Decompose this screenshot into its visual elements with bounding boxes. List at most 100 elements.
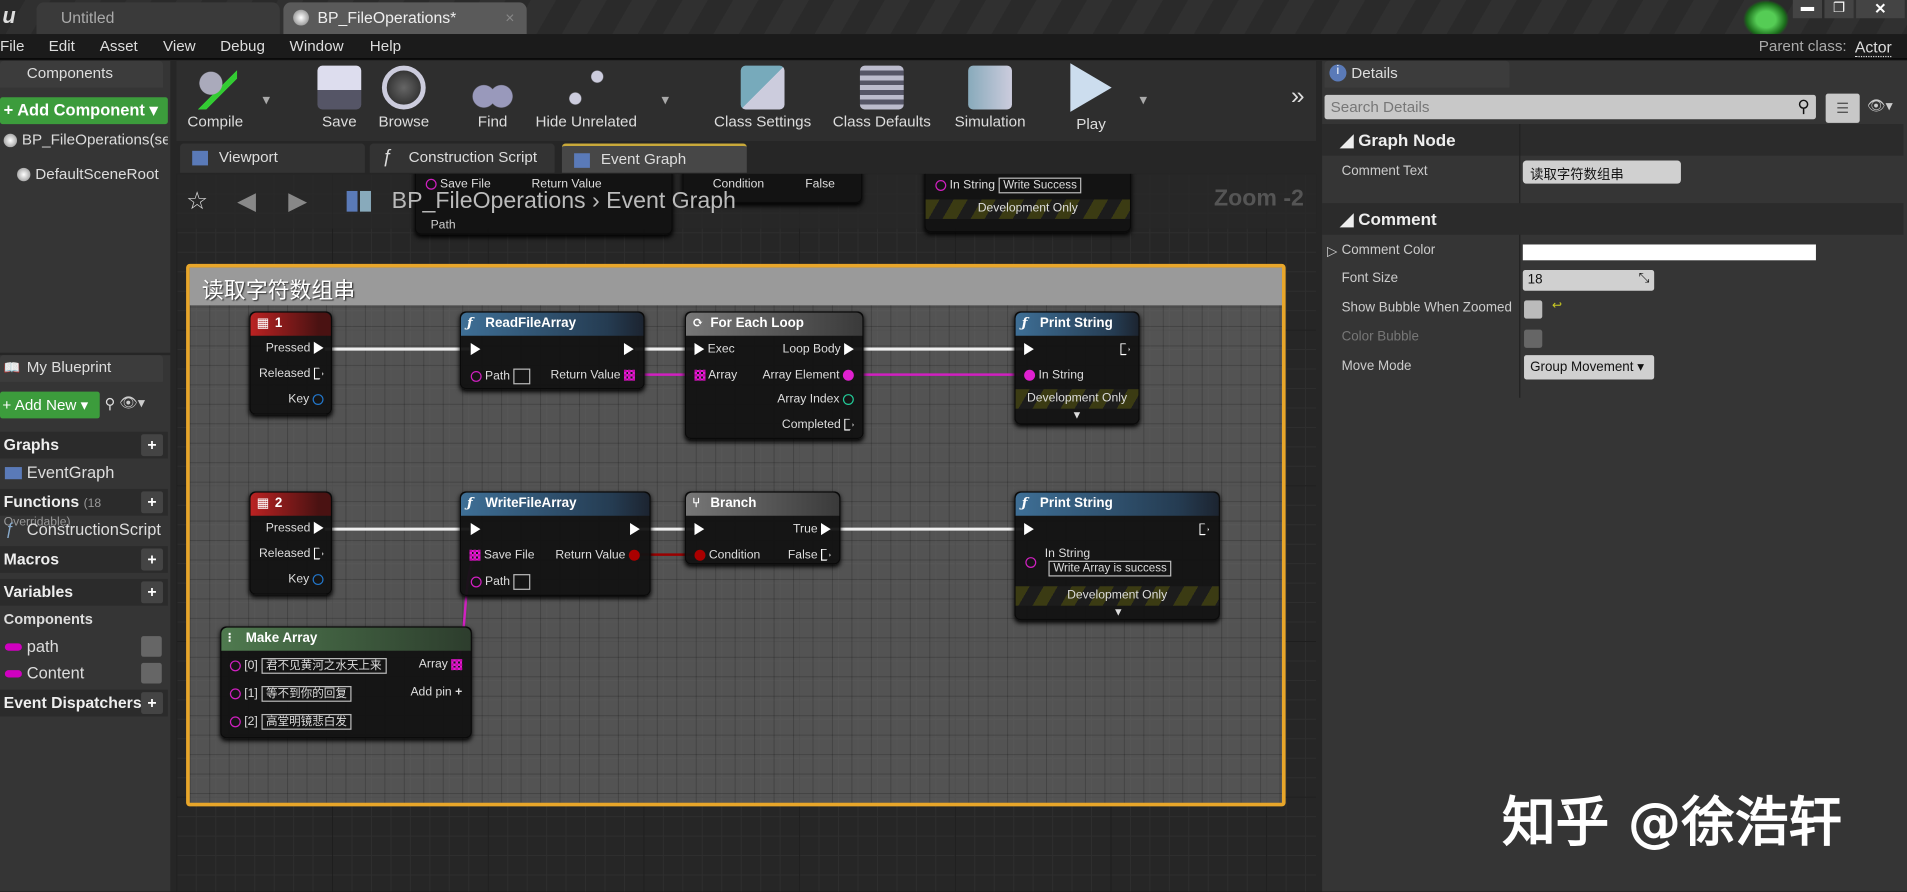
path-input[interactable] bbox=[513, 368, 531, 385]
exec-in-pin[interactable] bbox=[1024, 523, 1034, 536]
visibility-options-icon[interactable]: 👁▾ bbox=[1867, 97, 1893, 114]
path-input[interactable] bbox=[513, 574, 531, 590]
search-placeholder: Search Details bbox=[1330, 98, 1430, 116]
pin-label: Save File bbox=[483, 548, 535, 562]
branch-node[interactable]: ⑂ Branch Condition True False bbox=[684, 491, 841, 565]
comment-color-row: ▷ Comment Color bbox=[1322, 237, 1907, 266]
object-pin[interactable] bbox=[470, 576, 482, 588]
pin-label: True bbox=[793, 523, 818, 537]
expand-arrow-icon[interactable]: ▷ bbox=[1327, 243, 1337, 259]
pin-label: Pressed bbox=[265, 341, 311, 356]
array-pin[interactable] bbox=[623, 369, 635, 381]
element-pin[interactable] bbox=[229, 660, 241, 672]
reset-to-default-icon[interactable]: ↩ bbox=[1552, 299, 1562, 312]
details-tab[interactable]: i Details bbox=[1324, 60, 1510, 88]
font-size-value: 18 bbox=[1527, 272, 1543, 288]
pin-label: False bbox=[787, 548, 818, 562]
watermark: 知乎 @徐浩轩 bbox=[1502, 791, 1842, 854]
read-file-array-node[interactable]: ƒ ReadFileArray Path Return Value bbox=[459, 311, 645, 390]
key-2-event-node[interactable]: ▦ 2 Pressed Released Key bbox=[249, 491, 333, 595]
font-size-spinbox[interactable]: 18 ⤡ bbox=[1522, 270, 1655, 291]
in-string-input[interactable]: Write Array is success bbox=[1048, 560, 1172, 577]
print-string-node-2[interactable]: ƒ Print String In String Write Array is s… bbox=[1014, 491, 1220, 621]
write-file-array-node[interactable]: ƒ WriteFileArray Save File Return Value P… bbox=[459, 491, 651, 596]
exec-pin[interactable] bbox=[313, 522, 324, 535]
function-icon: ƒ bbox=[1021, 495, 1028, 511]
make-array-node[interactable]: ⁝ Make Array [0] 君不见黄河之水天上来 [1] 等不到你的回复 [… bbox=[220, 626, 472, 739]
array-pin[interactable] bbox=[469, 549, 481, 561]
section-comment[interactable]: ◢ Comment bbox=[1322, 203, 1904, 235]
pin-label: Array bbox=[418, 658, 448, 672]
string-pin[interactable] bbox=[1025, 556, 1037, 568]
exec-out-pin[interactable] bbox=[1120, 343, 1130, 356]
property-label: Comment Text bbox=[1341, 164, 1428, 179]
pin-label: Key bbox=[288, 392, 310, 407]
exec-out-pin[interactable] bbox=[821, 523, 831, 536]
expand-arrow-icon[interactable]: ▼ bbox=[1113, 606, 1124, 618]
pin-label: Pressed bbox=[265, 521, 311, 536]
pin-label: [0] bbox=[244, 659, 258, 673]
make-array-icon: ⁝ bbox=[227, 630, 232, 646]
function-icon: ƒ bbox=[467, 315, 473, 331]
exec-in-pin[interactable] bbox=[470, 343, 481, 356]
exec-out-pin[interactable] bbox=[821, 548, 831, 562]
section-label: Comment bbox=[1358, 209, 1437, 229]
expand-arrow-icon[interactable]: ▼ bbox=[1072, 409, 1083, 421]
ue4-blueprint-editor: u Untitled BP_FileOperations* × ▬ ❐ ✕ Fi… bbox=[0, 0, 1907, 892]
section-graph-node[interactable]: ◢ Graph Node bbox=[1322, 124, 1904, 156]
move-mode-dropdown[interactable]: Group Movement ▾ bbox=[1524, 355, 1655, 380]
property-matrix-button[interactable]: ☰ bbox=[1825, 93, 1860, 123]
exec-out-pin[interactable] bbox=[1199, 523, 1210, 536]
loop-icon: ⟳ bbox=[692, 315, 704, 331]
resize-arrows-icon: ⤡ bbox=[1638, 271, 1650, 286]
exec-pin[interactable] bbox=[313, 367, 324, 380]
exec-out-pin[interactable] bbox=[844, 418, 854, 432]
exec-pin[interactable] bbox=[313, 547, 324, 560]
plus-icon: + bbox=[455, 685, 463, 700]
for-each-loop-node[interactable]: ⟳ For Each Loop Exec Array Loop Body Arra… bbox=[684, 311, 864, 440]
pin-label: Array bbox=[708, 368, 738, 382]
pin-label: Released bbox=[259, 367, 311, 381]
int-pin[interactable] bbox=[842, 393, 854, 405]
comment-text-input[interactable]: 读取字符数组串 bbox=[1522, 160, 1681, 184]
search-details-input[interactable]: Search Details ⚲ bbox=[1324, 94, 1816, 120]
string-pin[interactable] bbox=[1024, 369, 1036, 381]
exec-out-pin[interactable] bbox=[623, 343, 634, 356]
element-2-input[interactable]: 高堂明镜悲白发 bbox=[261, 713, 352, 730]
element-pin[interactable] bbox=[229, 716, 241, 728]
branch-icon: ⑂ bbox=[692, 495, 701, 511]
exec-pin[interactable] bbox=[313, 342, 324, 355]
element-pin[interactable] bbox=[842, 369, 854, 381]
show-bubble-checkbox[interactable] bbox=[1524, 300, 1543, 319]
node-title: Print String bbox=[1039, 496, 1113, 511]
element-1-input[interactable]: 等不到你的回复 bbox=[261, 685, 352, 702]
color-bubble-checkbox[interactable] bbox=[1524, 329, 1543, 348]
pin-label: Path bbox=[485, 575, 511, 589]
exec-in-pin[interactable] bbox=[470, 523, 481, 536]
element-pin[interactable] bbox=[229, 688, 241, 700]
exec-out-pin[interactable] bbox=[630, 523, 640, 536]
bool-pin[interactable] bbox=[628, 549, 640, 561]
exec-in-pin[interactable] bbox=[1024, 343, 1034, 356]
element-0-input[interactable]: 君不见黄河之水天上来 bbox=[261, 658, 387, 674]
bool-pin[interactable] bbox=[694, 549, 706, 561]
comment-color-swatch[interactable] bbox=[1522, 244, 1816, 261]
exec-out-pin[interactable] bbox=[844, 343, 854, 356]
add-pin-button[interactable]: Add pin + bbox=[410, 686, 462, 699]
key-1-event-node[interactable]: ▦ 1 Pressed Released Key bbox=[249, 311, 333, 415]
array-pin[interactable] bbox=[451, 659, 463, 671]
exec-in-pin[interactable] bbox=[694, 343, 705, 356]
property-label: Font Size bbox=[1341, 271, 1399, 286]
development-only-banner: Development Only bbox=[1015, 389, 1139, 409]
exec-in-pin[interactable] bbox=[694, 523, 705, 536]
key-pin[interactable] bbox=[312, 393, 324, 405]
pin-label: Completed bbox=[781, 418, 841, 432]
array-pin[interactable] bbox=[694, 369, 706, 381]
pin-label: In String bbox=[1044, 547, 1091, 561]
print-string-node-1[interactable]: ƒ Print String In String Development Only… bbox=[1014, 311, 1140, 425]
node-title: 2 bbox=[274, 496, 283, 511]
pin-label: [1] bbox=[244, 687, 258, 701]
object-pin[interactable] bbox=[470, 370, 482, 382]
node-title: Print String bbox=[1039, 316, 1113, 331]
key-pin[interactable] bbox=[312, 573, 324, 585]
